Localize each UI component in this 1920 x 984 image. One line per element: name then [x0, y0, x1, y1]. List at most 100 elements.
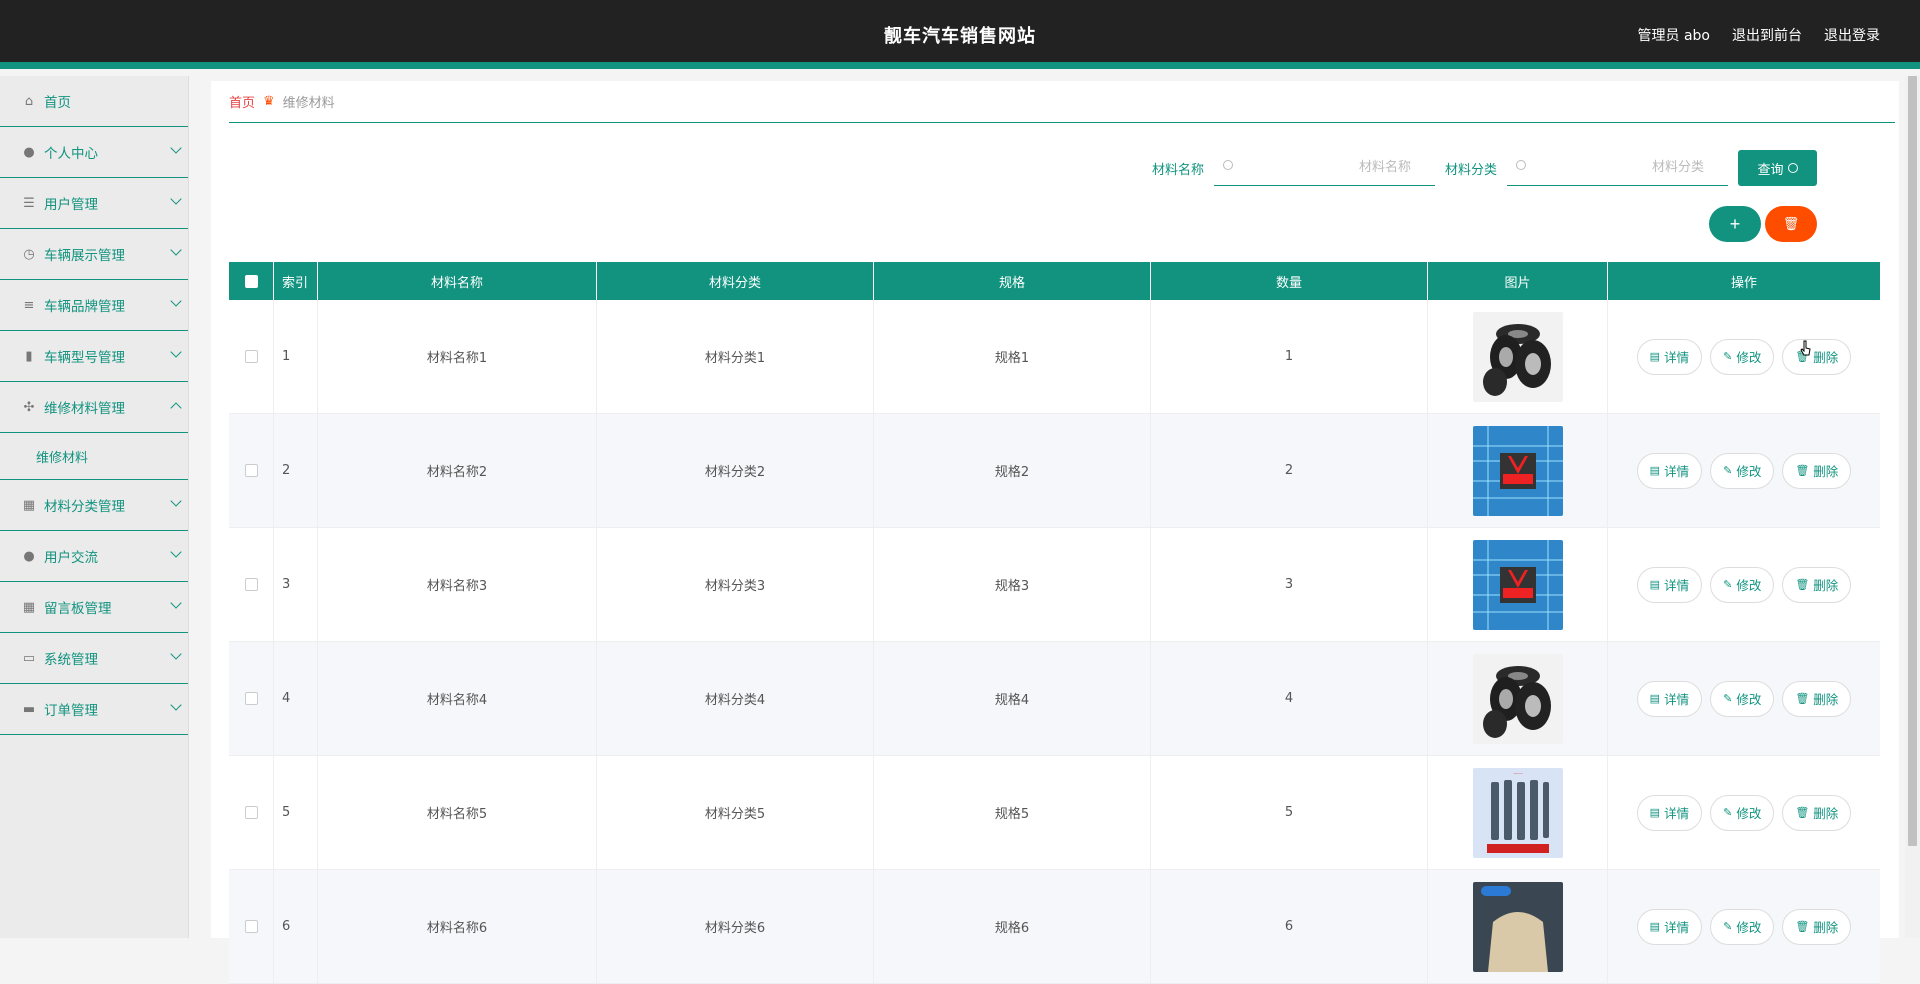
site-title: 靓车汽车销售网站 [884, 26, 1036, 47]
sidebar-item-10[interactable]: ▭ 系统管理 [0, 633, 188, 684]
detail-button[interactable]: ▤ 详情 [1636, 908, 1703, 945]
row-checkbox[interactable] [244, 692, 258, 705]
detail-label: 详情 [1664, 351, 1690, 365]
row-checkbox[interactable] [244, 578, 258, 591]
edit-label: 修改 [1736, 807, 1762, 821]
sidebar-subitem[interactable]: 维修材料 [0, 433, 188, 480]
material-thumbnail[interactable]: ····· [1472, 767, 1563, 858]
row-checkbox[interactable] [244, 464, 258, 477]
exit-to-front-link[interactable]: 退出到前台 [1732, 25, 1802, 45]
cell-category: 材料分类6 [597, 870, 874, 983]
material-thumbnail[interactable] [1472, 881, 1563, 972]
detail-button[interactable]: ▤ 详情 [1636, 794, 1703, 831]
delete-button[interactable]: 🗑 删除 [1782, 680, 1852, 717]
sidebar-item-4[interactable]: ≡ 车辆品牌管理 [0, 280, 188, 331]
query-button[interactable]: 查询 [1738, 150, 1817, 186]
sidebar-item-label: 材料分类管理 [44, 499, 125, 515]
document-icon: ▤ [1649, 351, 1661, 363]
sidebar-item-6[interactable]: ✣ 维修材料管理 [0, 382, 188, 433]
name-search-input[interactable] [1213, 150, 1435, 185]
cell-category: 材料分类2 [597, 414, 874, 527]
edit-button[interactable]: ✎ 修改 [1710, 452, 1775, 489]
sliders-icon: ≡ [23, 297, 35, 313]
pencil-icon: ✎ [1723, 579, 1733, 591]
edit-button[interactable]: ✎ 修改 [1710, 566, 1775, 603]
cell-image [1428, 528, 1608, 641]
row-select-cell [229, 528, 274, 641]
chevron-down-icon [170, 699, 182, 711]
detail-button[interactable]: ▤ 详情 [1636, 338, 1703, 375]
delete-button[interactable]: 🗑 删除 [1782, 338, 1852, 375]
material-thumbnail[interactable] [1472, 653, 1563, 744]
svg-text:·····: ····· [1513, 771, 1523, 778]
row-checkbox[interactable] [244, 350, 258, 363]
col-actions: 操作 [1730, 275, 1757, 291]
batch-delete-button[interactable]: 🗑 [1765, 206, 1817, 242]
cell-spec: 规格1 [874, 300, 1151, 413]
name-search-box [1213, 150, 1435, 186]
search-icon [1787, 163, 1798, 173]
trash-icon: 🗑 [1795, 807, 1810, 819]
chevron-down-icon [170, 295, 182, 307]
sidebar-item-11[interactable]: ▬ 订单管理 [0, 684, 188, 735]
delete-label: 删除 [1813, 807, 1839, 821]
home-icon: ⌂ [24, 93, 34, 109]
row-select-cell [229, 642, 274, 755]
sidebar-item-7[interactable]: ▦ 材料分类管理 [0, 480, 188, 531]
grid-icon: ▦ [22, 599, 36, 615]
sidebar-item-9[interactable]: ▦ 留言板管理 [0, 582, 188, 633]
detail-button[interactable]: ▤ 详情 [1636, 680, 1703, 717]
col-index: 索引 [274, 262, 318, 300]
page-scrollbar[interactable] [1905, 76, 1920, 938]
sidebar-item-5[interactable]: ▮ 车辆型号管理 [0, 331, 188, 382]
sidebar-item-3[interactable]: ◷ 车辆展示管理 [0, 229, 188, 280]
sidebar-item-0[interactable]: ⌂ 首页 [0, 76, 188, 127]
edit-button[interactable]: ✎ 修改 [1710, 908, 1775, 945]
sidebar-item-8[interactable]: ● 用户交流 [0, 531, 188, 582]
category-search-input[interactable] [1507, 150, 1728, 185]
chat-icon: ▬ [22, 701, 36, 717]
row-select-cell [229, 756, 274, 869]
edit-button[interactable]: ✎ 修改 [1710, 338, 1775, 375]
material-thumbnail[interactable] [1472, 425, 1563, 516]
row-select-cell [229, 870, 274, 983]
select-all-checkbox[interactable] [244, 274, 258, 288]
cell-index: 1 [274, 300, 318, 413]
cell-qty: 6 [1151, 870, 1428, 983]
add-button[interactable]: + [1709, 206, 1761, 242]
edit-button[interactable]: ✎ 修改 [1710, 794, 1775, 831]
user-icon: ● [23, 144, 35, 160]
message-icon: ▭ [22, 650, 36, 666]
delete-button[interactable]: 🗑 删除 [1782, 566, 1852, 603]
cell-name: 材料名称1 [318, 300, 597, 413]
detail-button[interactable]: ▤ 详情 [1636, 566, 1703, 603]
document-icon: ▤ [1649, 465, 1661, 477]
detail-label: 详情 [1664, 465, 1690, 479]
sidebar-item-label: 首页 [44, 95, 71, 111]
admin-user-label: 管理员 abo [1637, 28, 1710, 44]
sidebar-item-1[interactable]: ● 个人中心 [0, 127, 188, 178]
logout-link[interactable]: 退出登录 [1824, 25, 1880, 45]
cell-actions: ▤ 详情 ✎ 修改 🗑 删除 [1608, 870, 1880, 983]
delete-button[interactable]: 🗑 删除 [1782, 452, 1852, 489]
breadcrumb-home[interactable]: 首页 [229, 92, 255, 111]
delete-button[interactable]: 🗑 删除 [1782, 794, 1852, 831]
cell-image [1428, 642, 1608, 755]
delete-label: 删除 [1813, 351, 1839, 365]
select-all-cell [229, 262, 274, 300]
breadcrumb-current: 维修材料 [282, 96, 335, 111]
cell-name: 材料名称5 [318, 756, 597, 869]
scrollbar-thumb[interactable] [1908, 76, 1917, 846]
chevron-up-icon [170, 402, 182, 414]
sidebar-item-2[interactable]: ☰ 用户管理 [0, 178, 188, 229]
row-checkbox[interactable] [244, 920, 258, 933]
material-thumbnail[interactable] [1472, 311, 1563, 402]
material-thumbnail[interactable] [1472, 539, 1563, 630]
header-actions: 管理员 abo 退出到前台 退出登录 [1638, 25, 1880, 45]
detail-button[interactable]: ▤ 详情 [1636, 452, 1703, 489]
row-checkbox[interactable] [244, 806, 258, 819]
delete-label: 删除 [1813, 579, 1839, 593]
edit-button[interactable]: ✎ 修改 [1710, 680, 1775, 717]
cell-image: ····· [1428, 756, 1608, 869]
delete-button[interactable]: 🗑 删除 [1782, 908, 1852, 945]
